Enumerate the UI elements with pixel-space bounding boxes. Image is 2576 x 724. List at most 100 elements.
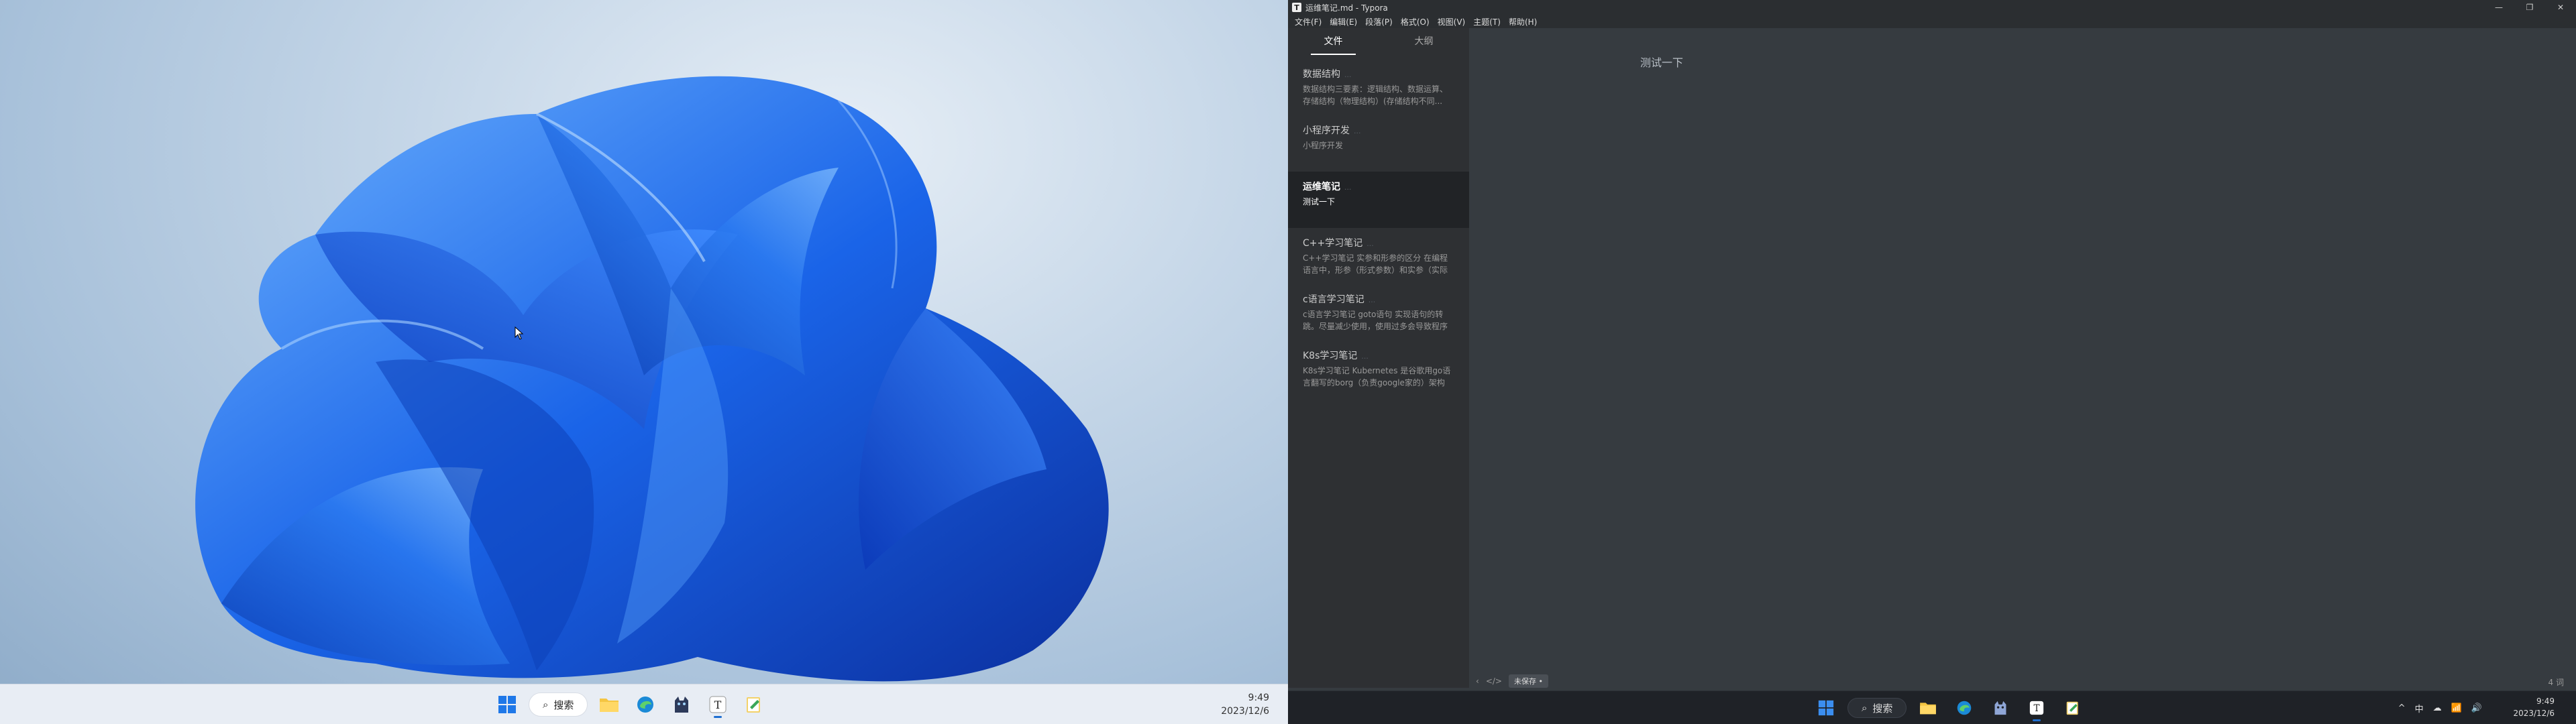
file-excerpt: 小程序开发 (1303, 141, 1344, 150)
file-title: c语言学习笔记 (1303, 294, 1364, 305)
wifi-icon[interactable]: 📶 (2451, 703, 2462, 713)
file-excerpt: 测试一下 (1303, 197, 1336, 206)
maximize-button[interactable]: ❐ (2514, 0, 2545, 15)
menu-file[interactable]: 文件(F) (1291, 16, 1326, 27)
menu-paragraph[interactable]: 段落(P) (1361, 16, 1397, 27)
file-excerpt: C++学习笔记 实参和形参的区分 在编程语言中，形参（形式参数）和实参（实际 (1303, 253, 1448, 275)
search-icon: ⌕ (543, 699, 549, 711)
typora-icon: T (709, 696, 727, 713)
cat-app-icon (1994, 701, 2006, 715)
word-count[interactable]: 4 词 (2548, 676, 2564, 688)
menu-edit[interactable]: 编辑(E) (1326, 16, 1361, 27)
window-controls: — ❐ ✕ (2483, 0, 2576, 15)
file-item[interactable]: C++学习笔记... C++学习笔记 实参和形参的区分 在编程语言中，形参（形式… (1288, 228, 1469, 284)
svg-text:T: T (714, 699, 722, 711)
edge-icon (1957, 701, 1972, 715)
taskbar-left: ⌕ 搜索 T 9:49 2023/12/6 (0, 684, 1288, 724)
app-button-notepad[interactable] (739, 690, 769, 719)
taskbar-search-label: 搜索 (553, 699, 574, 711)
clock[interactable]: 9:49 2023/12/6 (1221, 691, 1269, 718)
toggle-sidebar-icon[interactable]: ‹ (1476, 676, 1479, 686)
app-button-notepad[interactable] (2058, 693, 2088, 723)
taskbar-right: ⌕ 搜索 T ^ 中 ☁ 📶 🔊 9:49 2023/12/6 (1288, 690, 2576, 724)
desktop-left: ⌕ 搜索 T 9:49 2023/12/6 (0, 0, 1288, 724)
taskbar-search[interactable]: ⌕ 搜索 (1847, 698, 1907, 718)
file-item[interactable]: K8s学习笔记... K8s学习笔记 Kubernetes 是谷歌用go语言翻写… (1288, 341, 1469, 397)
file-title: 运维笔记 (1303, 182, 1340, 192)
start-button[interactable] (1811, 693, 1841, 723)
clock-time: 9:49 (1248, 692, 1269, 703)
file-explorer-button[interactable] (1913, 693, 1943, 723)
volume-icon[interactable]: 🔊 (2471, 703, 2482, 713)
file-title: 数据结构 (1303, 69, 1340, 80)
notepad-icon (747, 697, 761, 713)
clock-time: 9:49 (2536, 697, 2555, 706)
file-title: C++学习笔记 (1303, 238, 1363, 249)
windows-logo-icon (498, 696, 516, 713)
window-title: 运维笔记.md - Typora (1305, 3, 1388, 13)
file-title: 小程序开发 (1303, 125, 1350, 136)
ime-indicator[interactable]: 中 (2415, 702, 2424, 715)
typora-taskbar-button[interactable]: T (2022, 693, 2051, 723)
edge-browser-button[interactable] (631, 690, 660, 719)
windows-logo-icon (1818, 700, 1834, 716)
folder-icon (600, 699, 619, 712)
typora-icon: T (2030, 701, 2044, 715)
tab-files[interactable]: 文件 (1288, 28, 1379, 59)
start-button[interactable] (492, 690, 522, 719)
clock[interactable]: 9:49 2023/12/6 (2513, 695, 2555, 719)
minimize-button[interactable]: — (2483, 0, 2514, 15)
file-item-active[interactable]: 运维笔记... 测试一下 (1288, 172, 1469, 228)
menu-format[interactable]: 格式(O) (1397, 16, 1434, 27)
svg-text:T: T (2034, 703, 2040, 714)
file-excerpt: c语言学习笔记 goto语句 实现语句的转跳。尽量减少使用，使用过多会导致程序 (1303, 310, 1448, 331)
file-date: ... (1366, 239, 1374, 248)
file-list: 数据结构... 数据结构三要素：逻辑结构、数据运算、存储结构（物理结构）(存储结… (1288, 59, 1469, 397)
folder-icon (1920, 703, 1937, 715)
title-bar[interactable]: T 运维笔记.md - Typora — ❐ ✕ (1288, 0, 2576, 15)
close-button[interactable]: ✕ (2545, 0, 2576, 15)
editor-area[interactable]: 测试一下 (1469, 28, 2576, 688)
typora-logo-icon: T (1292, 3, 1301, 12)
file-item[interactable]: 数据结构... 数据结构三要素：逻辑结构、数据运算、存储结构（物理结构）(存储结… (1288, 59, 1469, 115)
edge-browser-button[interactable] (1949, 693, 1979, 723)
file-date: ... (1344, 70, 1352, 79)
wallpaper-bloom (195, 76, 1109, 682)
menu-theme[interactable]: 主题(T) (1469, 16, 1505, 27)
file-date: ... (1361, 352, 1368, 361)
status-bar: ‹ </> 未保存 • 4 词 (1469, 672, 2576, 690)
file-title: K8s学习笔记 (1303, 351, 1358, 361)
clock-date: 2023/12/6 (2513, 709, 2555, 718)
sidebar-tabs: 文件 大纲 (1288, 28, 1469, 59)
typora-taskbar-button[interactable]: T (703, 690, 733, 719)
app-button-cat[interactable] (667, 690, 696, 719)
menu-help[interactable]: 帮助(H) (1505, 16, 1541, 27)
file-excerpt: 数据结构三要素：逻辑结构、数据运算、存储结构（物理结构）(存储结构不同... (1303, 84, 1448, 106)
system-tray: ^ 中 ☁ 📶 🔊 (2398, 691, 2482, 724)
mouse-cursor (515, 326, 524, 340)
taskbar-search[interactable]: ⌕ 搜索 (529, 692, 588, 717)
file-item[interactable]: c语言学习笔记... c语言学习笔记 goto语句 实现语句的转跳。尽量减少使用… (1288, 284, 1469, 341)
tab-outline[interactable]: 大纲 (1379, 28, 1469, 59)
file-date: ... (1368, 296, 1376, 304)
menu-view[interactable]: 视图(V) (1434, 16, 1470, 27)
tray-overflow-icon[interactable]: ^ (2398, 703, 2406, 713)
source-code-mode-icon[interactable]: </> (1486, 676, 1502, 686)
file-item[interactable]: 小程序开发... 小程序开发 (1288, 115, 1469, 172)
file-explorer-button[interactable] (594, 690, 624, 719)
save-status-badge[interactable]: 未保存 • (1508, 674, 1548, 688)
file-excerpt: K8s学习笔记 Kubernetes 是谷歌用go语言翻写的borg（负责goo… (1303, 366, 1451, 387)
file-date: ... (1354, 127, 1361, 135)
menu-bar: 文件(F) 编辑(E) 段落(P) 格式(O) 视图(V) 主题(T) 帮助(H… (1288, 15, 2576, 28)
search-icon: ⌕ (1862, 702, 1868, 714)
cat-app-icon (675, 697, 689, 713)
editor-text[interactable]: 测试一下 (1640, 54, 1683, 70)
app-button-cat[interactable] (1986, 693, 2015, 723)
file-date: ... (1344, 183, 1352, 192)
edge-icon (637, 697, 654, 713)
sidebar: 文件 大纲 数据结构... 数据结构三要素：逻辑结构、数据运算、存储结构（物理结… (1288, 28, 1469, 688)
typora-window: T 运维笔记.md - Typora — ❐ ✕ 文件(F) 编辑(E) 段落(… (1288, 0, 2576, 724)
taskbar-search-label: 搜索 (1872, 702, 1893, 715)
cloud-icon[interactable]: ☁ (2433, 703, 2442, 713)
notepad-icon (2067, 701, 2079, 715)
